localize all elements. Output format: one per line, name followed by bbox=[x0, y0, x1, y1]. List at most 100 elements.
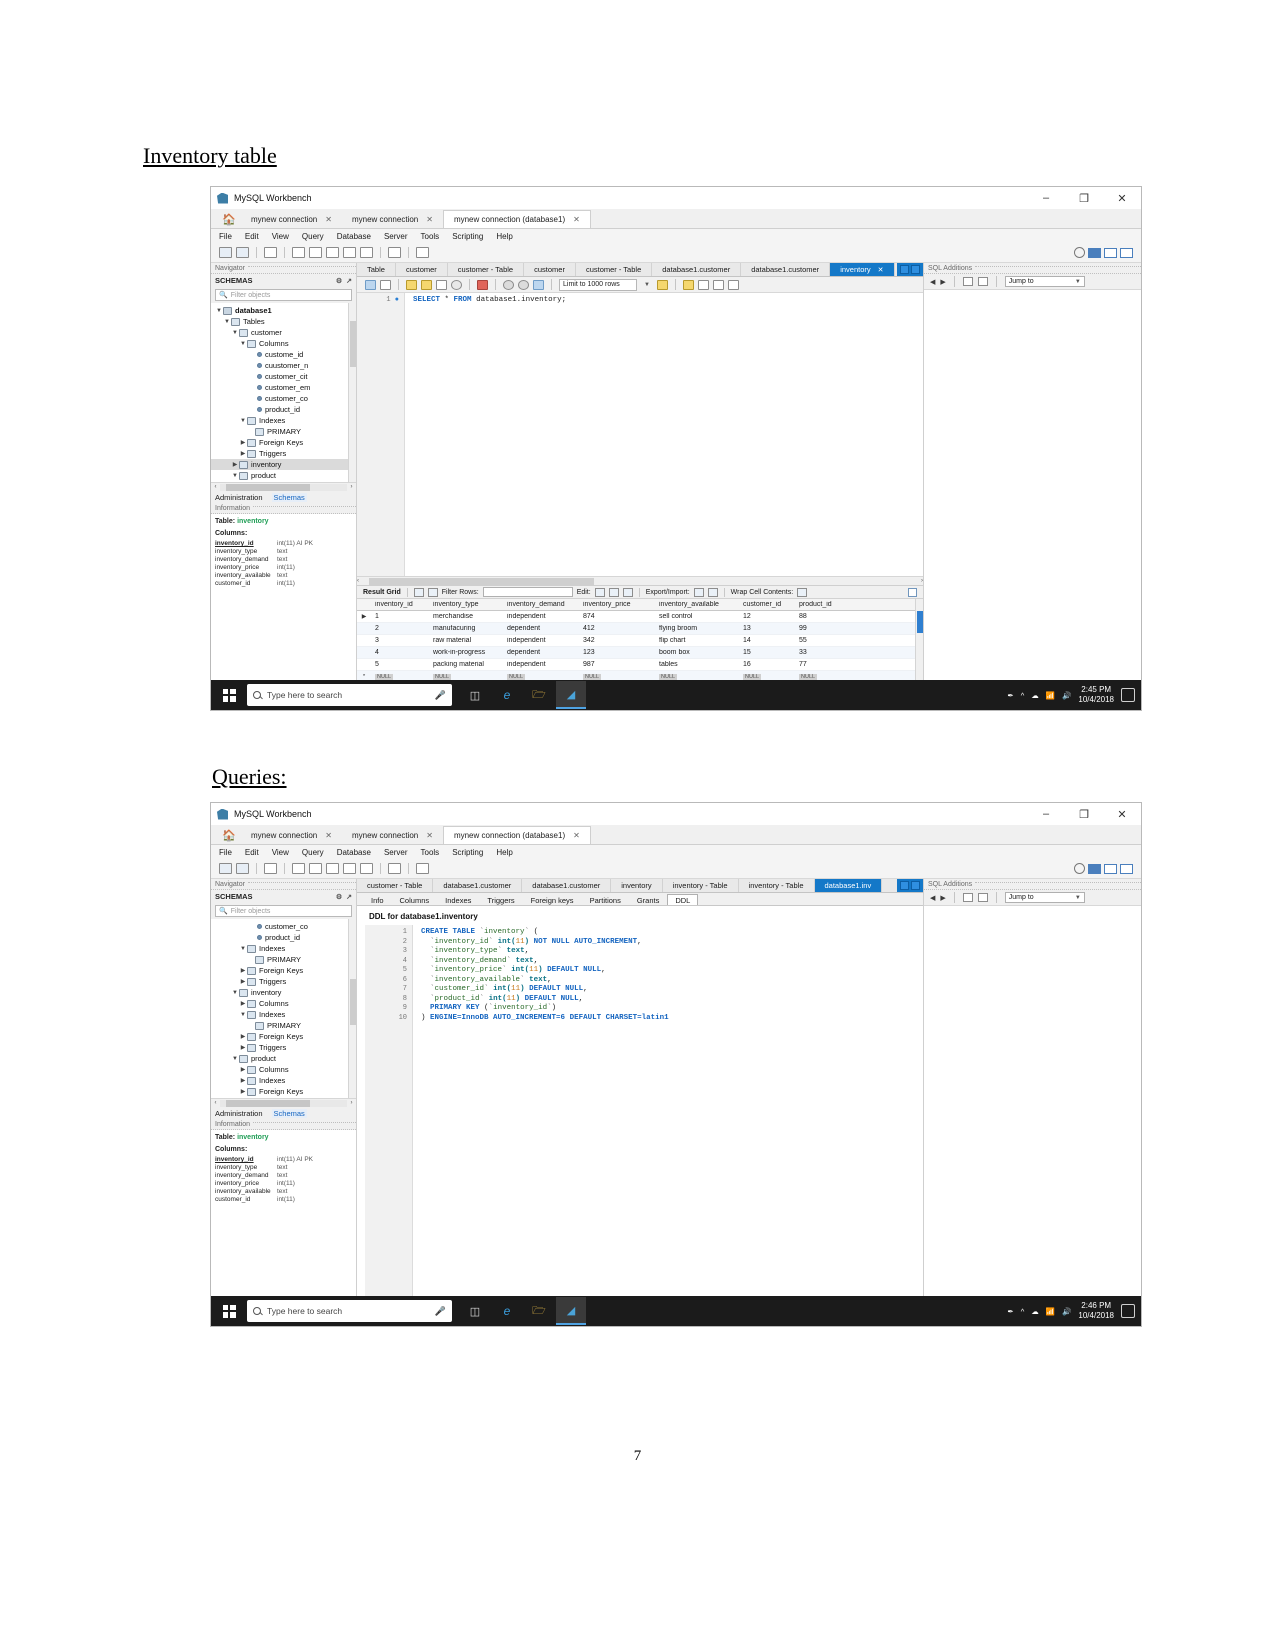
edge-browser-icon[interactable]: e bbox=[492, 1297, 522, 1325]
cell-inventory_id[interactable]: 1 bbox=[371, 613, 429, 620]
tab-schemas[interactable]: Schemas bbox=[271, 1108, 307, 1118]
insert-row-icon[interactable] bbox=[608, 587, 619, 597]
editor-tab-0[interactable]: Table bbox=[357, 263, 396, 276]
jump-to-select[interactable]: Jump to ▼ bbox=[1004, 892, 1085, 903]
detail-tab-columns[interactable]: Columns bbox=[392, 894, 438, 905]
tree-node-foreign-keys[interactable]: ▶ Foreign Keys bbox=[211, 1031, 356, 1042]
edit-row-icon[interactable] bbox=[594, 587, 605, 597]
pin-icon[interactable]: ↗ bbox=[346, 277, 352, 285]
new-view-icon[interactable] bbox=[326, 247, 339, 258]
tree-node-cuustomer-n[interactable]: cuustomer_n bbox=[211, 360, 356, 371]
filter-objects-input[interactable]: 🔍 Filter objects bbox=[215, 905, 352, 917]
menu-item-tools[interactable]: Tools bbox=[421, 848, 440, 857]
pen-icon[interactable]: ✒ bbox=[1007, 691, 1013, 700]
toggle-output-button[interactable] bbox=[1104, 863, 1117, 874]
cell-inventory_id[interactable]: 4 bbox=[371, 649, 429, 656]
tree-node-foreign-keys[interactable]: ▶ Foreign Keys bbox=[211, 437, 356, 448]
editor-tab-2[interactable]: database1.customer bbox=[522, 879, 612, 892]
tree-node-triggers[interactable]: ▶ Triggers bbox=[211, 448, 356, 459]
detail-tab-foreign-keys[interactable]: Foreign keys bbox=[523, 894, 582, 905]
cell-product_id[interactable]: 99 bbox=[795, 625, 851, 632]
detail-tab-indexes[interactable]: Indexes bbox=[437, 894, 479, 905]
tab-administration[interactable]: Administration bbox=[215, 1109, 263, 1118]
cell-inventory_price[interactable]: 987 bbox=[579, 661, 655, 668]
cell-inventory_type[interactable]: NULL bbox=[429, 673, 503, 680]
pin-icon[interactable]: ↗ bbox=[346, 893, 352, 901]
execute-query-icon[interactable] bbox=[406, 279, 417, 290]
editor-tab-5[interactable]: inventory - Table bbox=[738, 879, 815, 892]
menu-item-tools[interactable]: Tools bbox=[421, 232, 440, 241]
result-grid[interactable]: inventory_id inventory_type inventory_dema… bbox=[357, 599, 915, 683]
cell-inventory_price[interactable]: 342 bbox=[579, 637, 655, 644]
tree-node-product-id[interactable]: product_id bbox=[211, 404, 356, 415]
tree-node-columns[interactable]: ▼ Columns bbox=[211, 338, 356, 349]
open-sql-script-icon[interactable] bbox=[236, 247, 249, 258]
clear-sql-icon[interactable] bbox=[682, 279, 694, 290]
cell-customer_id[interactable]: 16 bbox=[739, 661, 795, 668]
cell-inventory_price[interactable]: NULL bbox=[579, 673, 655, 680]
find-icon[interactable] bbox=[697, 279, 709, 290]
chevron-right-icon[interactable]: ▶ bbox=[239, 1000, 247, 1007]
menu-item-database[interactable]: Database bbox=[337, 232, 371, 241]
column-header-customer_id[interactable]: customer_id bbox=[739, 601, 795, 608]
sql-editor[interactable]: 1 ● SELECT * FROM database1.inventory; bbox=[357, 293, 923, 576]
editor-tab-1[interactable]: database1.customer bbox=[433, 879, 523, 892]
notification-center-icon[interactable] bbox=[1121, 1304, 1135, 1318]
chevron-down-icon[interactable]: ▼ bbox=[223, 319, 231, 325]
new-function-icon[interactable] bbox=[360, 247, 373, 258]
cell-inventory_price[interactable]: 123 bbox=[579, 649, 655, 656]
explain-query-icon[interactable] bbox=[436, 279, 447, 290]
cell-inventory_available[interactable]: flip chart bbox=[655, 637, 739, 644]
detail-tab-partitions[interactable]: Partitions bbox=[582, 894, 629, 905]
cell-inventory_id[interactable]: 3 bbox=[371, 637, 429, 644]
new-procedure-icon[interactable] bbox=[343, 247, 356, 258]
chevron-right-icon[interactable]: ▶ bbox=[239, 978, 247, 985]
cell-customer_id[interactable]: NULL bbox=[739, 673, 795, 680]
row-marker[interactable]: * bbox=[357, 674, 371, 680]
scroll-right-icon[interactable]: › bbox=[347, 484, 356, 490]
cell-inventory_available[interactable]: boom box bbox=[655, 649, 739, 656]
home-icon[interactable]: 🏠 bbox=[217, 210, 241, 228]
cell-product_id[interactable]: 88 bbox=[795, 613, 851, 620]
cell-inventory_available[interactable]: flying broom bbox=[655, 625, 739, 632]
tree-node-indexes[interactable]: ▶ Indexes bbox=[211, 1075, 356, 1086]
chevron-down-icon[interactable]: ▼ bbox=[231, 473, 239, 479]
chevron-right-icon[interactable]: ▶ bbox=[239, 1088, 247, 1095]
chevron-right-icon[interactable]: ▶ bbox=[239, 1033, 247, 1040]
connection-tab-2[interactable]: mynew connection (database1) ✕ bbox=[442, 210, 591, 228]
tree-node-columns[interactable]: ▶Columns bbox=[211, 481, 356, 482]
ddl-code-text[interactable]: CREATE TABLE `inventory` ( `inventory_id… bbox=[413, 925, 915, 1317]
tree-node-primary[interactable]: PRIMARY bbox=[211, 1020, 356, 1031]
connection-tab-2[interactable]: mynew connection (database1) ✕ bbox=[442, 826, 591, 844]
column-header-product_id[interactable]: product_id bbox=[795, 601, 851, 608]
tree-node-product[interactable]: ▼ product bbox=[211, 1053, 356, 1064]
tree-node-product[interactable]: ▼ product bbox=[211, 470, 356, 481]
editor-tab-4[interactable]: customer - Table bbox=[575, 263, 653, 276]
taskbar-search-input[interactable]: Type here to search 🎤 bbox=[247, 1300, 452, 1322]
tree-node-inventory[interactable]: ▶ inventory bbox=[211, 459, 356, 470]
tree-node-custome-id[interactable]: custome_id bbox=[211, 349, 356, 360]
menu-item-help[interactable]: Help bbox=[496, 232, 512, 241]
tab-schemas[interactable]: Schemas bbox=[271, 492, 307, 502]
cell-inventory_demand[interactable]: independent bbox=[503, 613, 579, 620]
home-icon[interactable]: 🏠 bbox=[217, 826, 241, 844]
tree-node-database1[interactable]: ▼ database1 bbox=[211, 305, 356, 316]
chevron-right-icon[interactable]: ▶ bbox=[239, 967, 247, 974]
import-recordset-icon[interactable] bbox=[707, 587, 718, 597]
filter-objects-input[interactable]: 🔍 Filter objects bbox=[215, 289, 352, 301]
column-header-inventory_price[interactable]: inventory_price bbox=[579, 601, 655, 608]
sql-code-text[interactable]: SELECT * FROM database1.inventory; bbox=[405, 293, 923, 576]
tree-node-indexes[interactable]: ▼ Indexes bbox=[211, 1009, 356, 1020]
tree-node-triggers[interactable]: ▶ Triggers bbox=[211, 976, 356, 987]
microphone-icon[interactable]: 🎤 bbox=[435, 690, 446, 701]
connection-tab-0[interactable]: mynew connection ✕ bbox=[241, 210, 342, 228]
reconnect-icon[interactable] bbox=[416, 863, 429, 874]
back-icon[interactable]: ◀ bbox=[930, 278, 935, 286]
taskbar-search-input[interactable]: Type here to search 🎤 bbox=[247, 684, 452, 706]
maximize-button[interactable]: ❐ bbox=[1065, 803, 1103, 825]
menu-item-view[interactable]: View bbox=[272, 848, 289, 857]
wrap-lines-icon[interactable] bbox=[727, 279, 739, 290]
rollback-icon[interactable] bbox=[518, 279, 529, 290]
cell-inventory_demand[interactable]: independent bbox=[503, 637, 579, 644]
notification-center-icon[interactable] bbox=[1121, 688, 1135, 702]
